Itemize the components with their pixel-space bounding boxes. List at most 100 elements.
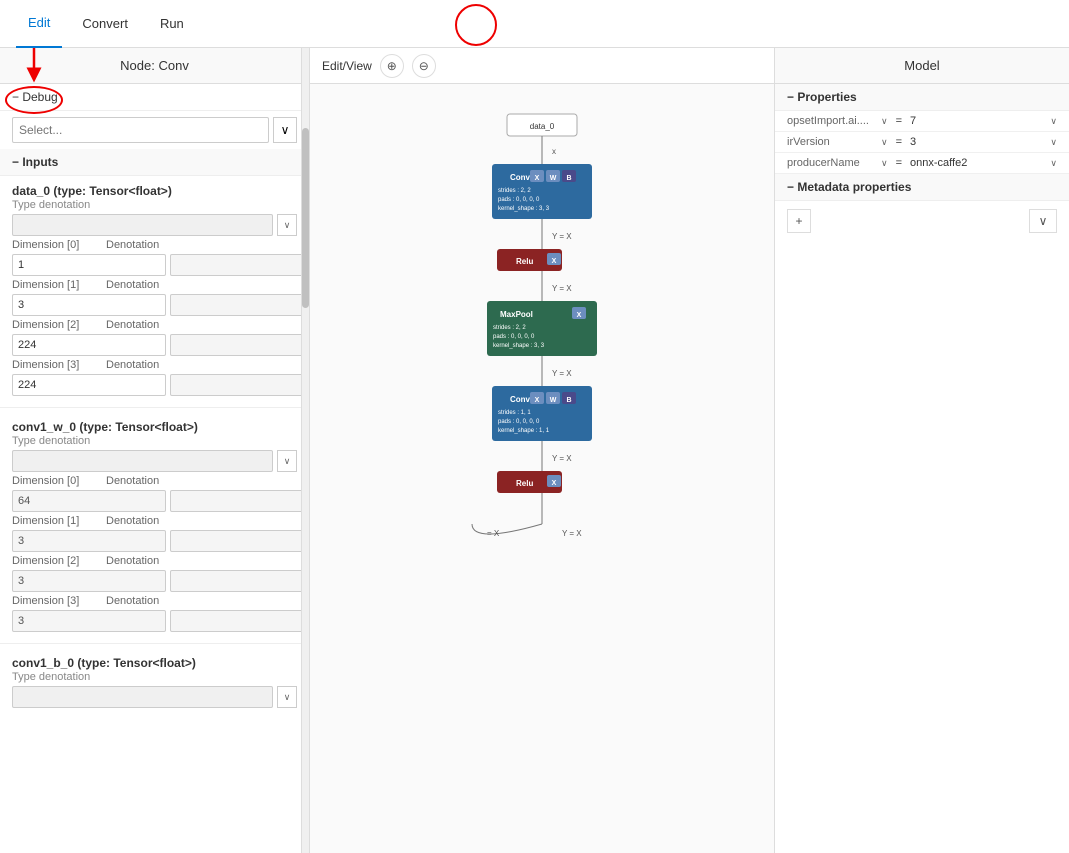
conv1-w-0-type-denotation-input[interactable]: [12, 450, 273, 472]
dim-3-denotation-input[interactable]: [170, 374, 309, 396]
conv2-badge-x-text: X: [535, 397, 540, 404]
conv1-badge-b-text: B: [566, 175, 571, 182]
input-data-0: data_0 (type: Tensor<float>) Type denota…: [0, 176, 309, 403]
w0-dim-3-denotation-label: Denotation: [106, 595, 196, 607]
maxpool-badge-x-text: X: [577, 312, 582, 319]
w0-dim-1-row: Dimension [1] Denotation: [12, 515, 297, 527]
relu1-label: Relu: [516, 257, 533, 266]
main-layout: Node: Conv − Debug ∨ − Inputs data_0 (ty…: [0, 48, 1069, 853]
canvas-view[interactable]: data_0 x Conv X W B strides : 2, 2: [310, 84, 774, 853]
conv1-b-0-type-denotation-dropdown[interactable]: ∨: [277, 686, 297, 708]
w0-dim-2-inputs: ∨: [12, 570, 297, 592]
bottom-label-right: Y = X: [562, 529, 582, 538]
dim-0-value-input[interactable]: [12, 254, 166, 276]
left-panel-scrollbar-thumb: [302, 128, 309, 308]
dim-0-label: Dimension [0]: [12, 239, 102, 251]
menu-item-edit[interactable]: Edit: [16, 0, 62, 48]
separator-1: [0, 407, 309, 408]
dim-1-inputs: ∨: [12, 294, 297, 316]
conv1-w-0-type-denotation-dropdown[interactable]: ∨: [277, 450, 297, 472]
w0-dim-1-value-input[interactable]: [12, 530, 166, 552]
w0-dim-0-denotation-input[interactable]: [170, 490, 309, 512]
edge-2-label: Y = X: [552, 284, 572, 293]
dim-2-value-input[interactable]: [12, 334, 166, 356]
conv2-prop-strides: strides : 1, 1: [498, 410, 531, 416]
w0-dim-2-denotation-input[interactable]: [170, 570, 309, 592]
left-panel-title: Node: Conv: [0, 48, 309, 84]
separator-2: [0, 643, 309, 644]
edit-highlight-circle: [455, 4, 497, 46]
data-0-label: data_0 (type: Tensor<float>): [12, 184, 297, 198]
prop-eq-1: =: [892, 136, 906, 148]
zoom-out-button[interactable]: ⊖: [412, 54, 436, 78]
w0-dim-0-value-input[interactable]: [12, 490, 166, 512]
dim-0-denotation-label: Denotation: [106, 239, 196, 251]
prop-dropdown-0[interactable]: ∨: [1050, 116, 1057, 127]
w0-dim-1-denotation-input[interactable]: [170, 530, 309, 552]
conv1-badge-x-text: X: [535, 175, 540, 182]
right-panel: Model − Properties opsetImport.ai.... ∨ …: [774, 48, 1069, 853]
conv2-prop-pads: pads : 0, 0, 0, 0: [498, 419, 540, 425]
dim-1-denotation-input[interactable]: [170, 294, 309, 316]
dim-1-value-input[interactable]: [12, 294, 166, 316]
left-panel-scrollbar[interactable]: [301, 48, 309, 853]
relu1-badge-x-text: X: [552, 258, 557, 265]
dim-3-inputs: ∨: [12, 374, 297, 396]
edge-4-label: Y = X: [552, 454, 572, 463]
zoom-in-icon: ⊕: [387, 59, 397, 73]
conv2-prop-kernel: kernel_shape : 1, 1: [498, 428, 550, 434]
type-denotation-dropdown[interactable]: ∨: [277, 214, 297, 236]
property-row-0: opsetImport.ai.... ∨ = 7 ∨: [775, 111, 1069, 132]
prop-name-1: irVersion: [787, 136, 877, 148]
edge-1-label: Y = X: [552, 232, 572, 241]
conv1-b-0-type-denotation-input[interactable]: [12, 686, 273, 708]
w0-dim-2-label: Dimension [2]: [12, 555, 102, 567]
prop-dropdown-2[interactable]: ∨: [1050, 158, 1057, 169]
bottom-label-left: = X: [487, 529, 500, 538]
prop-name-2: producerName: [787, 157, 877, 169]
prop-chevron-0[interactable]: ∨: [881, 116, 888, 127]
graph-container: data_0 x Conv X W B strides : 2, 2: [310, 84, 774, 853]
panel-content[interactable]: data_0 (type: Tensor<float>) Type denota…: [0, 176, 309, 853]
dim-1-row: Dimension [1] Denotation: [12, 279, 297, 291]
edge-3-label: Y = X: [552, 369, 572, 378]
type-denotation-input[interactable]: [12, 214, 273, 236]
dim-0-denotation-input[interactable]: [170, 254, 309, 276]
zoom-in-button[interactable]: ⊕: [380, 54, 404, 78]
debug-section: − Debug: [0, 84, 309, 111]
conv1-badge-w-text: W: [550, 175, 557, 182]
data-0-text: data_0: [530, 122, 555, 131]
maxpool-prop-pads: pads : 0, 0, 0, 0: [493, 334, 535, 340]
dim-1-denotation-label: Denotation: [106, 279, 196, 291]
conv1-b-0-label: conv1_b_0 (type: Tensor<float>): [12, 656, 297, 670]
dim-2-row: Dimension [2] Denotation: [12, 319, 297, 331]
menu-item-convert[interactable]: Convert: [70, 0, 140, 48]
right-panel-title: Model: [775, 48, 1069, 84]
conv1-prop-strides: strides : 2, 2: [498, 188, 531, 194]
w0-dim-3-inputs: ∨: [12, 610, 297, 632]
debug-select-input[interactable]: [12, 117, 269, 143]
w0-dim-0-denotation-label: Denotation: [106, 475, 196, 487]
w0-dim-3-denotation-input[interactable]: [170, 610, 309, 632]
w0-dim-3-value-input[interactable]: [12, 610, 166, 632]
dim-3-value-input[interactable]: [12, 374, 166, 396]
w0-dim-2-value-input[interactable]: [12, 570, 166, 592]
metadata-section-content: + ∨: [775, 201, 1069, 241]
dim-2-denotation-input[interactable]: [170, 334, 309, 356]
metadata-collapse-button[interactable]: ∨: [1029, 209, 1057, 233]
prop-value-2: onnx-caffe2: [910, 157, 1046, 169]
prop-value-1: 3: [910, 136, 1046, 148]
prop-dropdown-1[interactable]: ∨: [1050, 137, 1057, 148]
input-conv1-b-0: conv1_b_0 (type: Tensor<float>) Type den…: [0, 648, 309, 715]
debug-select-dropdown[interactable]: ∨: [273, 117, 297, 143]
neural-network-graph: data_0 x Conv X W B strides : 2, 2: [422, 104, 662, 853]
prop-chevron-2[interactable]: ∨: [881, 158, 888, 169]
relu2-badge-x-text: X: [552, 480, 557, 487]
prop-chevron-1[interactable]: ∨: [881, 137, 888, 148]
chevron-down-icon: ∨: [281, 123, 290, 137]
menu-item-run[interactable]: Run: [148, 0, 196, 48]
metadata-add-button[interactable]: +: [787, 209, 811, 233]
properties-section-label: − Properties: [787, 90, 857, 104]
w0-dim-0-row: Dimension [0] Denotation: [12, 475, 297, 487]
relu2-label: Relu: [516, 479, 533, 488]
